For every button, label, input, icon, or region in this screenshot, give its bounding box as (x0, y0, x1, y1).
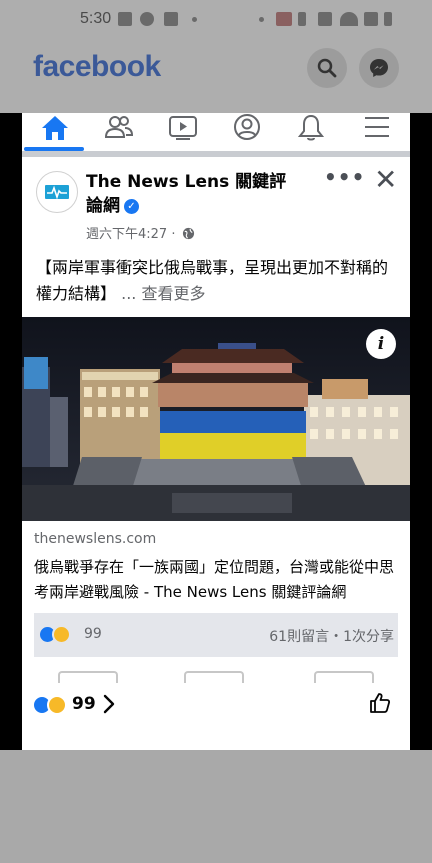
tab-menu[interactable] (344, 113, 408, 151)
link-domain: thenewslens.com (34, 531, 157, 547)
profile-icon (234, 114, 260, 140)
dot-icon (192, 17, 197, 22)
link-preview[interactable]: thenewslens.com 俄烏戰爭存在「一族兩國」定位問題，台灣或能從中思… (22, 521, 410, 613)
wifi-icon (340, 12, 358, 26)
messenger-icon (370, 59, 388, 77)
share-button-partial (314, 671, 374, 683)
hamburger-icon (365, 117, 389, 137)
page-avatar[interactable] (36, 171, 78, 213)
viewer-reaction-bar: 99 (22, 683, 410, 750)
reaction-icons (38, 625, 78, 645)
cast-icon (276, 12, 292, 26)
link-preview-image[interactable]: i (22, 317, 410, 521)
chevron-right-icon[interactable] (102, 693, 116, 715)
action-bar-partial (22, 669, 410, 683)
video-icon (169, 116, 197, 140)
post-timestamp[interactable]: 週六下午4:27 · (86, 227, 175, 242)
tab-bar (22, 113, 410, 151)
post-body: 【兩岸軍事衝突比俄烏戰事，呈現出更加不對稱的權力結構】 (36, 258, 389, 303)
globe-icon (182, 227, 194, 240)
bottom-scrim (0, 750, 432, 863)
ad-info-button[interactable]: i (366, 329, 396, 359)
tab-friends[interactable] (86, 113, 150, 151)
post-text: 【兩岸軍事衝突比俄烏戰事，呈現出更加不對稱的權力結構】 ... 查看更多 (36, 255, 402, 307)
right-scrim (410, 113, 432, 750)
comment-button-partial (184, 671, 244, 683)
status-time: 5:30 (80, 10, 112, 27)
haha-icon (52, 625, 71, 644)
search-icon (317, 58, 337, 78)
notification-icon (140, 12, 154, 26)
android-icon (164, 12, 178, 26)
friends-icon (104, 116, 134, 138)
divider (22, 151, 410, 157)
bell-icon (297, 114, 325, 141)
page-name-text[interactable]: The News Lens 關鍵評論網 (86, 172, 286, 216)
messenger-button[interactable] (359, 48, 399, 88)
reaction-count[interactable]: 99 (84, 626, 102, 642)
haha-icon (47, 695, 67, 715)
reaction-summary[interactable]: 99 61則留言・1次分享 (34, 613, 398, 657)
signal-icon (364, 12, 378, 26)
page-name[interactable]: The News Lens 關鍵評論網 ✓ (86, 170, 296, 218)
more-options-button[interactable]: ••• (324, 165, 365, 189)
post-meta: 週六下午4:27 · (86, 223, 195, 242)
close-button[interactable]: ✕ (374, 163, 397, 196)
alarm-off-icon (318, 12, 332, 26)
dot-icon (259, 17, 264, 22)
like-thumb-icon[interactable] (368, 691, 392, 715)
tab-home[interactable] (22, 113, 86, 151)
bluetooth-icon (298, 12, 306, 26)
home-icon (42, 116, 68, 140)
left-scrim (0, 113, 22, 750)
facebook-logo: facebook (33, 50, 161, 83)
see-more-link[interactable]: ... 查看更多 (121, 284, 205, 303)
like-button-partial (58, 671, 118, 683)
app-header: facebook (0, 40, 432, 113)
link-title[interactable]: 俄烏戰爭存在「一族兩國」定位問題，台灣或能從中思考兩岸避戰風險 - The Ne… (34, 555, 404, 605)
comments-shares[interactable]: 61則留言・1次分享 (269, 626, 394, 646)
tab-watch[interactable] (150, 113, 214, 151)
tab-notifications[interactable] (278, 113, 342, 151)
viewer-reaction-count[interactable]: 99 (72, 694, 96, 714)
tab-profile[interactable] (214, 113, 278, 151)
post-sheet: The News Lens 關鍵評論網 ✓ 週六下午4:27 · ••• ✕ 【兩… (22, 113, 410, 750)
night-gate-photo (22, 317, 410, 521)
status-bar: 5:30 (0, 0, 432, 40)
reaction-icons (32, 695, 72, 717)
news-lens-logo (42, 177, 72, 207)
verified-badge-icon: ✓ (124, 198, 139, 214)
notification-icon (118, 12, 132, 26)
search-button[interactable] (307, 48, 347, 88)
battery-icon (384, 12, 392, 26)
